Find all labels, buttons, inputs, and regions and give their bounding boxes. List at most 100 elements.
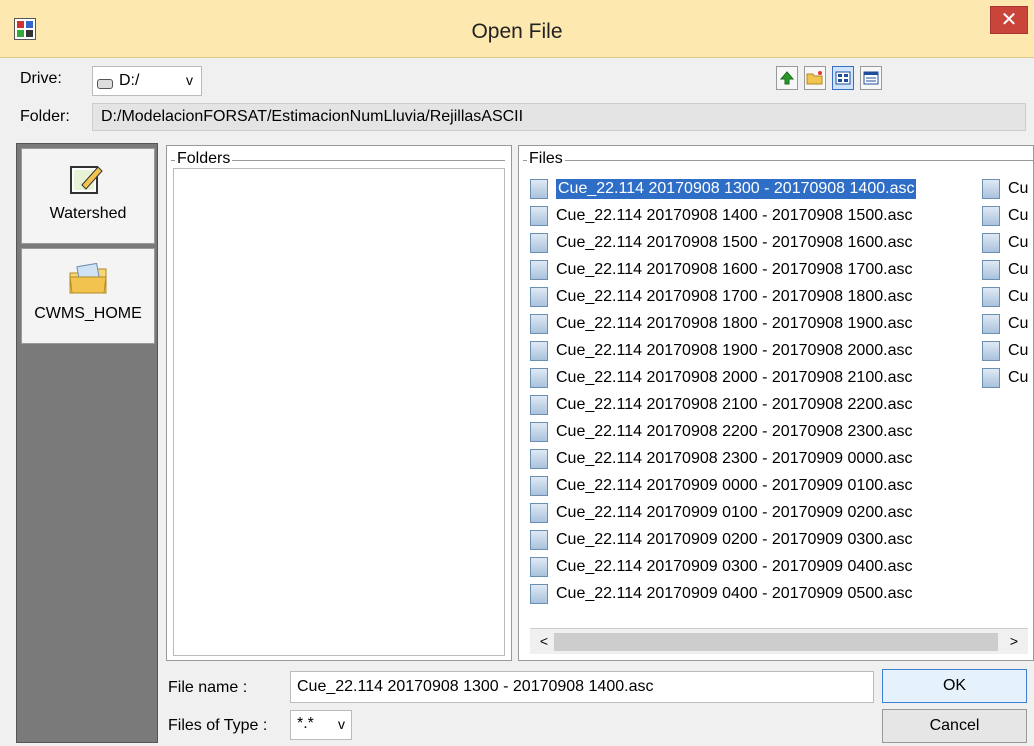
- new-folder-icon[interactable]: [804, 66, 826, 90]
- folder-label: Folder:: [20, 108, 70, 125]
- file-name: Cu: [1008, 369, 1029, 386]
- details-view-icon[interactable]: [860, 66, 882, 90]
- file-row[interactable]: Cue_22.114 20170908 2300 - 20170909 0000…: [530, 447, 912, 471]
- file-icon: [982, 341, 1000, 361]
- file-row[interactable]: Cue_22.114 20170908 1600 - 20170908 1700…: [530, 258, 912, 282]
- drive-select[interactable]: D:/ v: [92, 66, 202, 96]
- file-icon: [530, 341, 548, 361]
- shortcut-cwms-home[interactable]: CWMS_HOME: [21, 248, 155, 344]
- file-icon: [982, 287, 1000, 307]
- panel-border: [523, 160, 1033, 161]
- ok-button[interactable]: OK: [882, 669, 1027, 703]
- file-row[interactable]: Cue_22.114 20170909 0200 - 20170909 0300…: [530, 528, 912, 552]
- file-name: Cue_22.114 20170909 0100 - 20170909 0200…: [556, 504, 913, 521]
- file-icon: [530, 314, 548, 334]
- file-row[interactable]: Cu: [982, 312, 1028, 336]
- file-icon: [530, 179, 548, 199]
- scroll-right-icon[interactable]: >: [1004, 633, 1024, 651]
- scroll-thumb[interactable]: [554, 633, 998, 651]
- file-name: Cue_22.114 20170908 2100 - 20170908 2200…: [556, 396, 913, 413]
- close-button[interactable]: ✕: [990, 6, 1028, 34]
- file-name: Cue_22.114 20170908 1600 - 20170908 1700…: [556, 261, 913, 278]
- file-icon: [530, 557, 548, 577]
- file-icon: [530, 584, 548, 604]
- file-icon: [982, 206, 1000, 226]
- file-icon: [982, 179, 1000, 199]
- file-name: Cu: [1008, 261, 1029, 278]
- drive-value: D:/: [119, 72, 140, 89]
- folder-path-field[interactable]: D:/ModelacionFORSAT/EstimacionNumLluvia/…: [92, 103, 1026, 131]
- up-folder-icon[interactable]: [776, 66, 798, 90]
- folders-tree[interactable]: [173, 168, 505, 656]
- shortcut-label: Watershed: [49, 205, 127, 222]
- file-name: Cue_22.114 20170908 1400 - 20170908 1500…: [556, 207, 913, 224]
- file-icon: [530, 287, 548, 307]
- file-row[interactable]: Cue_22.114 20170908 2200 - 20170908 2300…: [530, 420, 912, 444]
- file-row[interactable]: Cue_22.114 20170909 0100 - 20170909 0200…: [530, 501, 912, 525]
- file-name: Cu: [1008, 207, 1029, 224]
- file-name: Cue_22.114 20170908 2300 - 20170909 0000…: [556, 450, 913, 467]
- file-name: Cu: [1008, 315, 1029, 332]
- file-name: Cue_22.114 20170908 1300 - 20170908 1400…: [556, 179, 917, 199]
- folder-icon: [68, 262, 108, 297]
- filename-label: File name :: [168, 679, 248, 696]
- horizontal-scrollbar[interactable]: < >: [530, 628, 1028, 654]
- file-row[interactable]: Cue_22.114 20170908 1900 - 20170908 2000…: [530, 339, 912, 363]
- file-name: Cu: [1008, 180, 1029, 197]
- file-name: Cue_22.114 20170909 0000 - 20170909 0100…: [556, 477, 913, 494]
- scroll-left-icon[interactable]: <: [534, 633, 554, 651]
- file-list[interactable]: Cue_22.114 20170908 1300 - 20170908 1400…: [530, 177, 1030, 625]
- shortcut-watershed[interactable]: Watershed: [21, 148, 155, 244]
- file-row[interactable]: Cue_22.114 20170908 1400 - 20170908 1500…: [530, 204, 912, 228]
- file-row[interactable]: Cue_22.114 20170908 1800 - 20170908 1900…: [530, 312, 912, 336]
- file-icon: [530, 476, 548, 496]
- file-row[interactable]: Cu: [982, 258, 1028, 282]
- file-icon: [530, 422, 548, 442]
- shortcut-label: CWMS_HOME: [34, 305, 142, 322]
- drive-icon: [97, 79, 113, 89]
- file-icon: [530, 449, 548, 469]
- file-row[interactable]: Cu: [982, 231, 1028, 255]
- file-row[interactable]: Cu: [982, 177, 1028, 201]
- filename-input[interactable]: Cue_22.114 20170908 1300 - 20170908 1400…: [290, 671, 874, 703]
- file-name: Cue_22.114 20170908 2000 - 20170908 2100…: [556, 369, 913, 386]
- file-icon: [982, 260, 1000, 280]
- file-row[interactable]: Cu: [982, 366, 1028, 390]
- file-row[interactable]: Cue_22.114 20170908 1300 - 20170908 1400…: [530, 177, 917, 201]
- folders-title: Folders: [175, 150, 233, 168]
- file-icon: [530, 260, 548, 280]
- file-name: Cu: [1008, 288, 1029, 305]
- file-name: Cue_22.114 20170909 0200 - 20170909 0300…: [556, 531, 913, 548]
- chevron-down-icon: v: [186, 72, 193, 88]
- file-name: Cue_22.114 20170909 0300 - 20170909 0400…: [556, 558, 913, 575]
- file-row[interactable]: Cu: [982, 285, 1028, 309]
- file-row[interactable]: Cu: [982, 339, 1028, 363]
- filetype-label: Files of Type :: [168, 717, 268, 734]
- window-title: Open File: [471, 20, 563, 43]
- file-icon: [530, 368, 548, 388]
- chevron-down-icon: v: [338, 716, 345, 732]
- file-name: Cue_22.114 20170908 1500 - 20170908 1600…: [556, 234, 913, 251]
- file-name: Cue_22.114 20170908 2200 - 20170908 2300…: [556, 423, 913, 440]
- filetype-select[interactable]: *.* v: [290, 710, 352, 740]
- file-icon: [530, 503, 548, 523]
- filetype-value: *.*: [297, 715, 314, 732]
- shortcut-sidebar: Watershed CWMS_HOME: [16, 143, 158, 743]
- file-row[interactable]: Cue_22.114 20170908 2000 - 20170908 2100…: [530, 366, 912, 390]
- file-row[interactable]: Cue_22.114 20170909 0300 - 20170909 0400…: [530, 555, 912, 579]
- file-icon: [982, 233, 1000, 253]
- toolbar: [776, 66, 882, 90]
- file-row[interactable]: Cue_22.114 20170909 0000 - 20170909 0100…: [530, 474, 912, 498]
- file-row[interactable]: Cue_22.114 20170908 1500 - 20170908 1600…: [530, 231, 912, 255]
- files-title: Files: [527, 150, 565, 168]
- file-row[interactable]: Cue_22.114 20170908 1700 - 20170908 1800…: [530, 285, 912, 309]
- file-row[interactable]: Cue_22.114 20170908 2100 - 20170908 2200…: [530, 393, 912, 417]
- file-name: Cu: [1008, 234, 1029, 251]
- file-row[interactable]: Cue_22.114 20170909 0400 - 20170909 0500…: [530, 582, 912, 606]
- list-view-icon[interactable]: [832, 66, 854, 90]
- file-icon: [982, 368, 1000, 388]
- cancel-button[interactable]: Cancel: [882, 709, 1027, 743]
- file-name: Cue_22.114 20170908 1800 - 20170908 1900…: [556, 315, 913, 332]
- file-row[interactable]: Cu: [982, 204, 1028, 228]
- file-name: Cue_22.114 20170909 0400 - 20170909 0500…: [556, 585, 913, 602]
